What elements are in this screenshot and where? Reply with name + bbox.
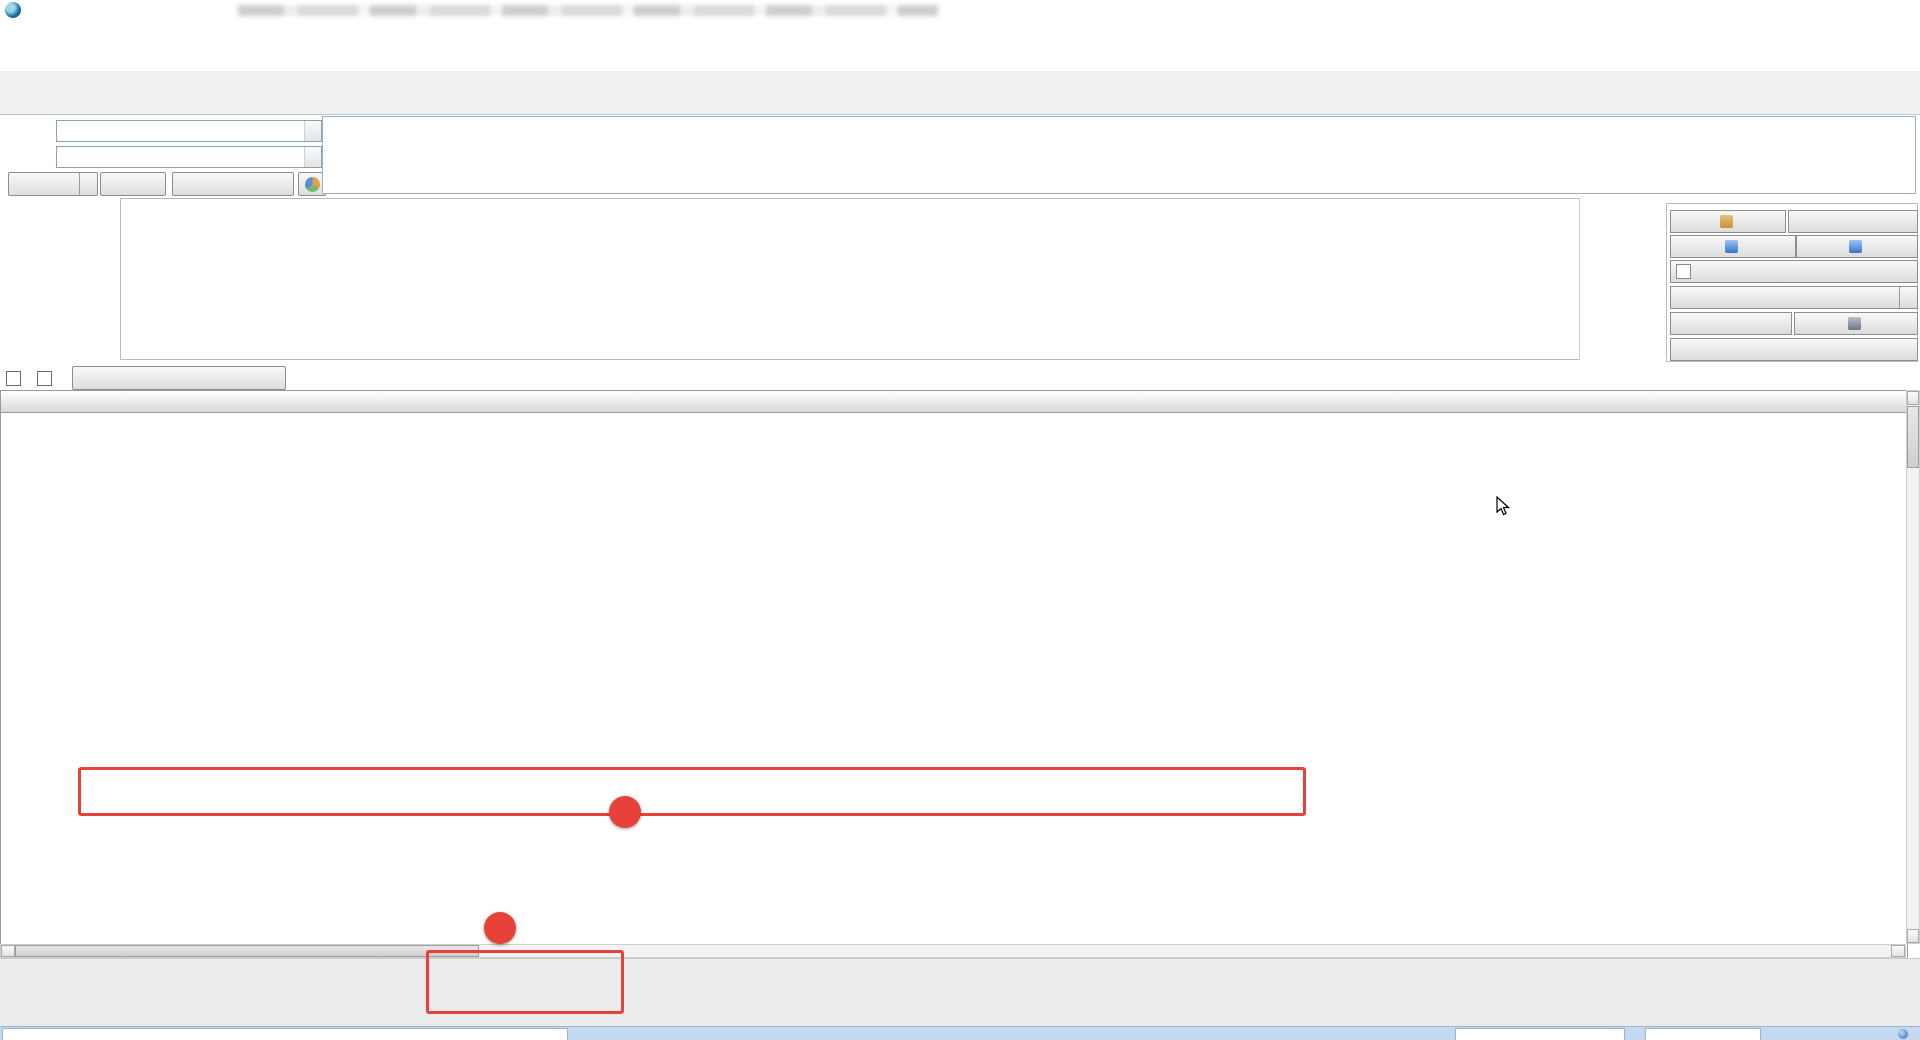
h-scroll-thumb[interactable]	[15, 945, 479, 957]
mostrar-horarios-checkbox[interactable]	[6, 371, 21, 386]
dropdown-arrow-icon[interactable]	[1899, 287, 1917, 308]
printer-icon	[1848, 317, 1861, 330]
pesquisar-dropdown-icon[interactable]	[79, 173, 97, 195]
lancar-procedimentos-button[interactable]	[1670, 338, 1918, 361]
chamar-paciente-button[interactable]	[1796, 235, 1918, 258]
observacao-do-dia-button[interactable]	[72, 366, 286, 390]
call-ticket-icon	[1725, 240, 1738, 253]
atendimentos-ficha-button[interactable]	[1670, 286, 1918, 309]
extra-options-panel	[1666, 196, 1918, 362]
redacted-title-text	[238, 5, 938, 16]
grid-header	[1, 391, 1906, 413]
vertical-scrollbar[interactable]	[1906, 390, 1920, 944]
agenda-select[interactable]	[56, 146, 322, 168]
app-window	[0, 0, 1920, 1040]
close-button[interactable]	[1868, 0, 1912, 20]
meus-proc-aberto-button[interactable]	[1788, 210, 1918, 233]
maximize-button[interactable]	[1818, 0, 1862, 20]
pie-chart-icon	[305, 177, 320, 192]
status-started-text	[1455, 1028, 1625, 1040]
unidade-select[interactable]	[56, 120, 322, 142]
dropdown-arrow-icon[interactable]	[304, 121, 321, 141]
atestados-button[interactable]	[1670, 260, 1918, 283]
chat-status-icon[interactable]	[1898, 1029, 1908, 1039]
scroll-left-icon[interactable]	[1, 945, 15, 957]
action-button-band	[0, 958, 1920, 1027]
call-patient-icon	[1849, 240, 1862, 253]
status-user-text	[2, 1028, 568, 1040]
recepcao-button[interactable]	[1670, 210, 1786, 233]
scroll-up-icon[interactable]	[1907, 391, 1919, 405]
app-logo-icon	[5, 2, 21, 18]
bloquear-desbloquear-top-button[interactable]	[172, 172, 294, 196]
schedule-grid	[0, 390, 1908, 960]
imprimir-button[interactable]	[100, 172, 166, 196]
dropdown-arrow-icon[interactable]	[304, 147, 321, 167]
status-bar	[0, 1026, 1920, 1040]
status-clock-text	[1645, 1028, 1761, 1040]
tab-strip	[0, 71, 1920, 114]
triagem-button[interactable]	[1670, 312, 1792, 335]
filter-row	[6, 366, 286, 390]
scroll-down-icon[interactable]	[1907, 929, 1919, 943]
certificate-icon	[1676, 264, 1691, 279]
pesquisar-button[interactable]	[8, 172, 98, 196]
menu-bar	[0, 20, 1920, 37]
observacoes-textarea[interactable]	[322, 116, 1916, 194]
reception-icon	[1720, 215, 1733, 228]
imp-etiqueta-button[interactable]	[1794, 312, 1918, 335]
toolbar	[0, 37, 1920, 72]
annotation-step-6	[484, 912, 516, 944]
v-scroll-thumb[interactable]	[1907, 406, 1919, 468]
outras-unidades-checkbox[interactable]	[37, 371, 52, 386]
scroll-right-icon[interactable]	[1891, 945, 1905, 957]
chamar-senha-button[interactable]	[1670, 235, 1796, 258]
title-bar	[0, 0, 1920, 21]
calendar-panel	[120, 198, 1580, 360]
horizontal-scrollbar[interactable]	[0, 944, 1906, 958]
annotation-step-5	[609, 796, 641, 828]
minimize-button[interactable]	[1768, 0, 1812, 20]
